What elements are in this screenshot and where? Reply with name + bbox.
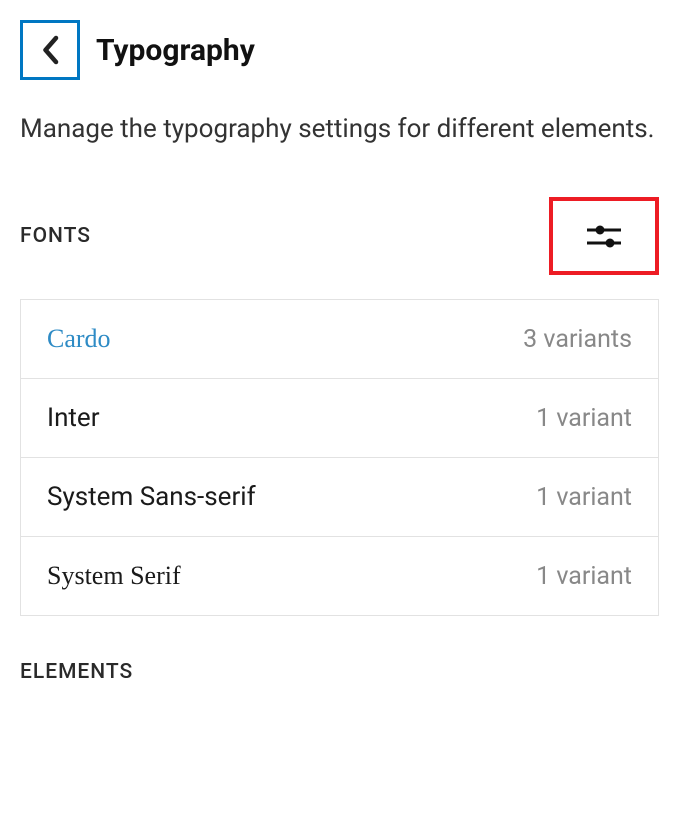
page-description: Manage the typography settings for diffe… <box>0 90 679 179</box>
elements-section-header: ELEMENTS <box>0 616 679 684</box>
font-name: System Sans-serif <box>47 482 256 512</box>
font-name: Cardo <box>47 324 111 354</box>
fonts-section-label: FONTS <box>20 224 91 248</box>
font-name: Inter <box>47 403 100 433</box>
font-list: Cardo 3 variants Inter 1 variant System … <box>20 299 659 616</box>
fonts-section-header: FONTS <box>0 179 679 287</box>
font-item-cardo[interactable]: Cardo 3 variants <box>21 300 658 379</box>
page-header: Typography <box>0 0 679 90</box>
font-variants: 1 variant <box>536 483 632 512</box>
elements-section-label: ELEMENTS <box>20 660 133 684</box>
sliders-icon <box>583 220 625 252</box>
chevron-left-icon <box>40 35 60 65</box>
font-item-inter[interactable]: Inter 1 variant <box>21 379 658 458</box>
back-button[interactable] <box>20 20 80 80</box>
font-settings-button[interactable] <box>549 197 659 275</box>
font-name: System Serif <box>47 561 181 591</box>
font-item-system-serif[interactable]: System Serif 1 variant <box>21 537 658 615</box>
font-variants: 3 variants <box>523 325 632 354</box>
font-variants: 1 variant <box>536 562 632 591</box>
font-variants: 1 variant <box>536 404 632 433</box>
font-item-system-sans[interactable]: System Sans-serif 1 variant <box>21 458 658 537</box>
page-title: Typography <box>96 33 255 68</box>
